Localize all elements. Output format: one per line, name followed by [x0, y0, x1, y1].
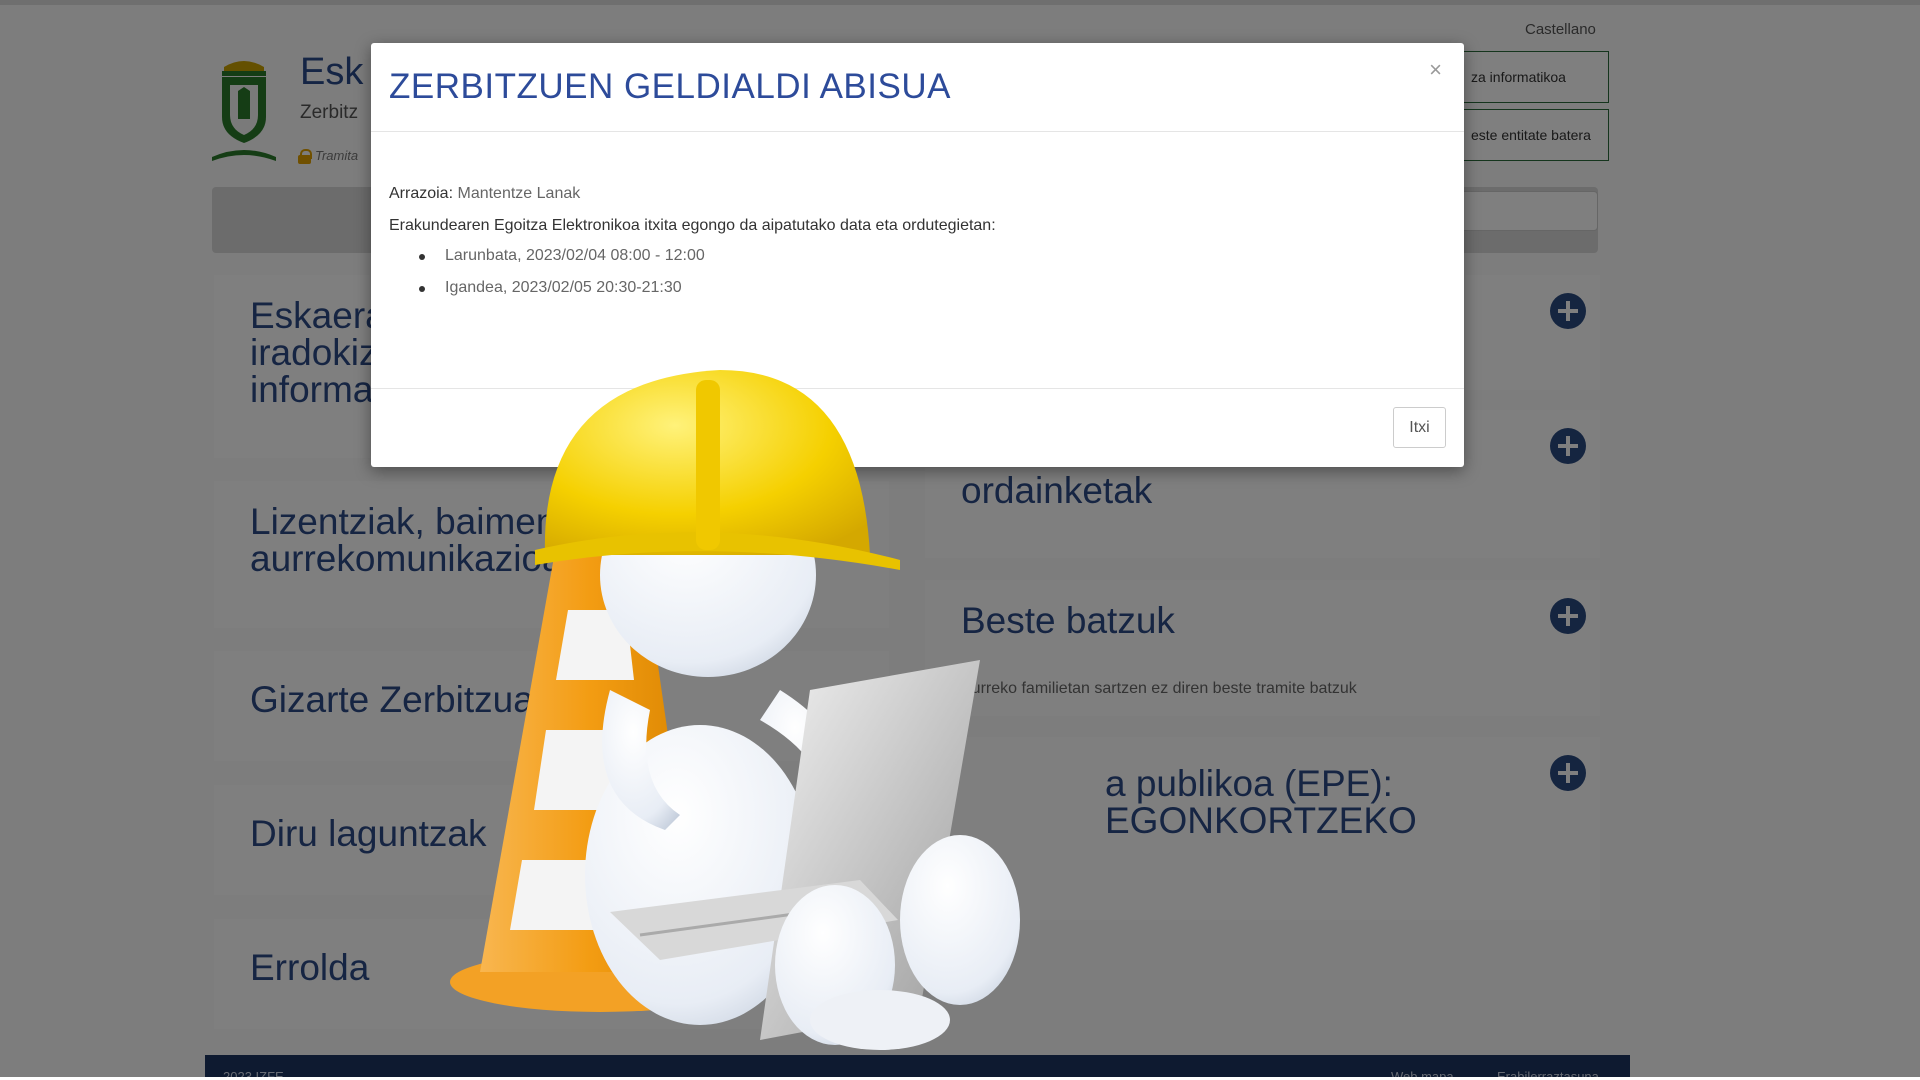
list-item: Larunbata, 2023/02/04 08:00 - 12:00 [417, 247, 996, 265]
reason-line: Arrazoia: Mantentze Lanak [389, 185, 996, 203]
list-item: Igandea, 2023/02/05 20:30-21:30 [417, 279, 996, 297]
dialog-divider [371, 131, 1464, 132]
closure-dates-list: Larunbata, 2023/02/04 08:00 - 12:00 Igan… [389, 247, 996, 297]
construction-worker-illustration [450, 370, 1020, 1050]
close-icon[interactable]: × [1429, 57, 1442, 83]
closure-notice: Erakundearen Egoitza Elektronikoa itxita… [389, 217, 996, 234]
dialog-title: ZERBITZUEN GELDIALDI ABISUA [389, 67, 951, 106]
dialog-body: Arrazoia: Mantentze Lanak Erakundearen E… [389, 185, 996, 311]
reason-value: Mantentze Lanak [457, 185, 581, 202]
close-button[interactable]: Itxi [1393, 407, 1446, 448]
reason-label: Arrazoia: [389, 185, 454, 202]
